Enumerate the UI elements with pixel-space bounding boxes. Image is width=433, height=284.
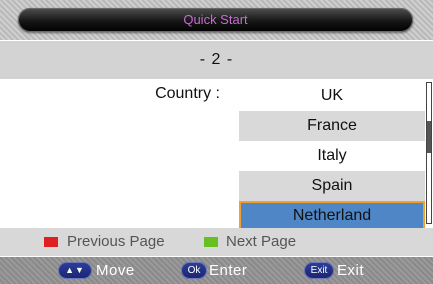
enter-hint: Enter [209,262,248,279]
header-bar: Quick Start [0,0,433,40]
content-area: Country : UK France Italy Spain Netherla… [0,79,433,231]
exit-hint: Exit [337,262,365,279]
exit-key-icon: Exit [304,262,334,279]
country-option-uk[interactable]: UK [239,81,425,111]
title-pill: Quick Start [18,8,413,32]
ok-key-icon: Ok [181,262,207,279]
scrollbar-thumb[interactable] [427,121,431,153]
country-option-france[interactable]: France [239,111,425,141]
green-key-icon [204,237,218,247]
up-down-arrows-icon: ▲▼ [58,262,92,279]
next-page-hint[interactable]: Next Page [226,228,296,256]
color-key-legend: Previous Page Next Page [0,228,433,256]
scrollbar[interactable] [426,82,432,224]
navigation-hint-bar: ▲▼ Move Ok Enter Exit Exit [0,257,433,284]
red-key-icon [44,237,58,247]
country-list[interactable]: UK France Italy Spain Netherland [239,81,425,231]
country-option-spain[interactable]: Spain [239,171,425,201]
country-label: Country : [155,85,220,102]
country-option-italy[interactable]: Italy [239,141,425,171]
move-hint: Move [96,262,135,279]
country-option-netherland[interactable]: Netherland [239,201,425,231]
page-indicator: - 2 - [0,41,433,79]
previous-page-hint[interactable]: Previous Page [67,228,165,256]
